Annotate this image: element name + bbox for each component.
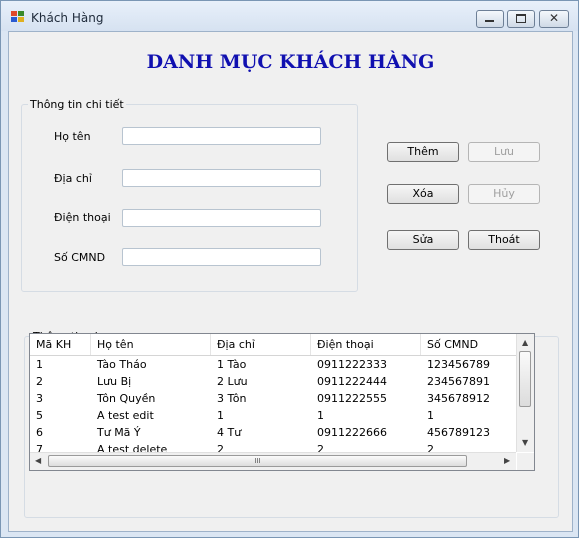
app-window: Khách Hàng ✕ DANH MỤC KHÁCH HÀNG Thông t… [0, 0, 579, 538]
cell-address: 1 [217, 409, 224, 422]
cell-name: Tào Tháo [97, 358, 147, 371]
table-row[interactable]: 3 Tôn Quyền 3 Tôn 0911222555 345678912 [30, 391, 516, 408]
scroll-down-icon[interactable]: ▼ [522, 438, 528, 447]
cell-id: 6 [36, 426, 43, 439]
vertical-scroll-thumb[interactable] [519, 351, 531, 407]
title-bar[interactable]: Khách Hàng ✕ [1, 1, 578, 31]
cell-id-number: 234567891 [427, 375, 490, 388]
address-label: Địa chỉ [54, 172, 92, 185]
cell-id: 5 [36, 409, 43, 422]
maximize-icon [516, 14, 526, 23]
id-number-field[interactable] [122, 248, 321, 266]
delete-button[interactable]: Xóa [387, 184, 459, 204]
detail-group-title: Thông tin chi tiết [30, 98, 124, 111]
add-button[interactable]: Thêm [387, 142, 459, 162]
scroll-up-icon[interactable]: ▲ [522, 338, 528, 347]
cell-id-number: 1 [427, 409, 434, 422]
column-header[interactable]: Điện thoại [317, 338, 374, 351]
cell-address: 2 Lưu [217, 375, 248, 388]
page-title: DANH MỤC KHÁCH HÀNG [146, 51, 435, 73]
app-icon [11, 11, 25, 23]
cell-id: 1 [36, 358, 43, 371]
name-label: Họ tên [54, 130, 91, 143]
window-title: Khách Hàng [31, 11, 104, 25]
column-header[interactable]: Số CMND [427, 338, 478, 351]
cell-name: Tư Mã Ý [97, 426, 141, 439]
close-icon: ✕ [549, 11, 560, 25]
scroll-corner [517, 453, 534, 470]
cell-name: Lưu Bị [97, 375, 132, 388]
phone-field[interactable] [122, 209, 321, 227]
scroll-right-icon[interactable]: ▶ [504, 456, 510, 465]
maximize-button[interactable] [507, 10, 535, 28]
cell-phone: 0911222555 [317, 392, 387, 405]
cell-id: 3 [36, 392, 43, 405]
cell-name: A test edit [97, 409, 154, 422]
exit-button[interactable]: Thoát [468, 230, 540, 250]
customer-table[interactable]: Mã KH Họ tên Địa chỉ Điện thoại Số CMND … [29, 333, 535, 471]
cell-phone: 1 [317, 409, 324, 422]
name-field[interactable] [122, 127, 321, 145]
horizontal-scroll-thumb[interactable]: III [48, 455, 467, 467]
table-row[interactable]: 2 Lưu Bị 2 Lưu 0911222444 234567891 [30, 374, 516, 391]
vertical-scrollbar[interactable]: ▲ ▼ [516, 334, 534, 452]
cell-phone: 0911222444 [317, 375, 387, 388]
cell-phone: 0911222666 [317, 426, 387, 439]
cancel-button[interactable]: Hủy [468, 184, 540, 204]
edit-button[interactable]: Sửa [387, 230, 459, 250]
horizontal-scrollbar[interactable]: ◀ III ▶ [30, 452, 516, 470]
cell-address: 1 Tào [217, 358, 247, 371]
save-button[interactable]: Lưu [468, 142, 540, 162]
cell-id-number: 345678912 [427, 392, 490, 405]
address-field[interactable] [122, 169, 321, 187]
cell-id-number: 456789123 [427, 426, 490, 439]
cell-name: Tôn Quyền [97, 392, 156, 405]
table-row[interactable]: 5 A test edit 1 1 1 [30, 408, 516, 425]
cell-phone: 0911222333 [317, 358, 387, 371]
table-row[interactable]: 1 Tào Tháo 1 Tào 0911222333 123456789 [30, 357, 516, 374]
column-header[interactable]: Họ tên [97, 338, 134, 351]
scroll-left-icon[interactable]: ◀ [35, 456, 41, 465]
cell-address: 4 Tư [217, 426, 242, 439]
minimize-button[interactable] [476, 10, 504, 28]
column-header[interactable]: Mã KH [36, 338, 71, 351]
id-number-label: Số CMND [54, 251, 106, 264]
minimize-icon [485, 20, 494, 22]
phone-label: Điện thoại [54, 211, 111, 224]
cell-address: 3 Tôn [217, 392, 247, 405]
cell-id-number: 123456789 [427, 358, 490, 371]
table-header: Mã KH Họ tên Địa chỉ Điện thoại Số CMND [30, 334, 516, 356]
column-header[interactable]: Địa chỉ [217, 338, 255, 351]
close-button[interactable]: ✕ [539, 10, 569, 28]
table-row[interactable]: 6 Tư Mã Ý 4 Tư 0911222666 456789123 [30, 425, 516, 442]
cell-id: 2 [36, 375, 43, 388]
